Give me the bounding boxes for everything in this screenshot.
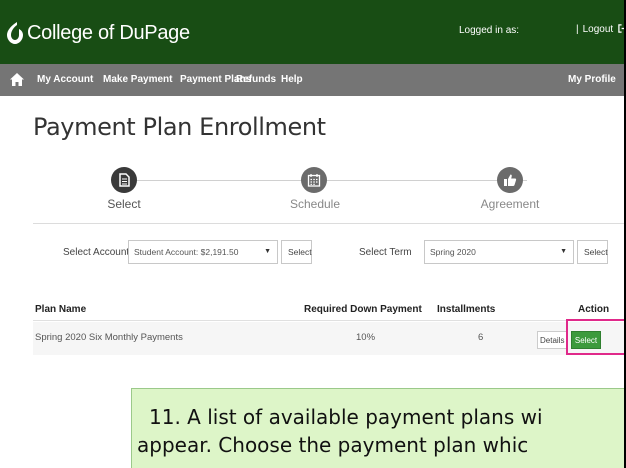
details-button[interactable]: Details — [537, 331, 567, 349]
thumbs-up-icon — [504, 174, 517, 186]
home-icon[interactable] — [10, 73, 24, 86]
step-schedule — [301, 167, 327, 193]
page-title: Payment Plan Enrollment — [33, 113, 326, 141]
highlight-box — [566, 319, 626, 355]
select-term-label: Select Term — [359, 247, 412, 258]
select-account-label: Select Account — [63, 247, 130, 258]
logout-label[interactable]: Logout — [583, 24, 614, 35]
plan-name-cell: Spring 2020 Six Monthly Payments — [35, 332, 183, 343]
logout-link[interactable]: | Logout — [576, 24, 626, 35]
callout-line-2: appear. Choose the payment plan whic — [137, 433, 529, 457]
chevron-down-icon: ▼ — [264, 248, 271, 255]
column-header-action: Action — [578, 304, 610, 315]
separator: | — [576, 24, 579, 35]
column-header-plan-name: Plan Name — [35, 304, 87, 315]
nav-my-profile[interactable]: My Profile — [568, 74, 616, 85]
step-agreement-label: Agreement — [480, 197, 540, 211]
top-header: College of DuPage Logged in as: | Logout — [0, 0, 626, 64]
column-header-installments: Installments — [437, 304, 496, 315]
calendar-icon — [307, 174, 321, 187]
nav-refunds[interactable]: Refunds — [236, 74, 276, 85]
down-payment-cell: 10% — [356, 332, 376, 343]
callout-line-1: 11. A list of available payment plans wi — [149, 405, 543, 429]
table-header-divider — [33, 320, 626, 321]
dupage-logo-icon — [6, 21, 24, 45]
step-select — [111, 167, 137, 193]
step-agreement — [497, 167, 523, 193]
account-select-value: Student Account: $2,191.50 — [134, 247, 239, 257]
term-select-value: Spring 2020 — [430, 247, 476, 257]
main-nav: My Account Make Payment Payment Plans Re… — [0, 64, 626, 96]
nav-help[interactable]: Help — [281, 74, 303, 85]
nav-make-payment[interactable]: Make Payment — [103, 74, 172, 85]
account-select[interactable]: Student Account: $2,191.50 ▼ — [128, 240, 278, 264]
installments-cell: 6 — [478, 332, 484, 343]
step-select-label: Select — [107, 197, 141, 211]
section-divider — [33, 223, 626, 224]
brand-name[interactable]: College of DuPage — [27, 22, 190, 45]
document-icon — [119, 173, 130, 187]
step-schedule-label: Schedule — [289, 197, 341, 211]
account-select-button[interactable]: Select — [281, 240, 312, 264]
column-header-down-payment: Required Down Payment — [304, 304, 422, 315]
term-select[interactable]: Spring 2020 ▼ — [424, 240, 574, 264]
term-select-button[interactable]: Select — [577, 240, 608, 264]
chevron-down-icon: ▼ — [560, 248, 567, 255]
logged-in-label: Logged in as: — [459, 25, 520, 36]
nav-my-account[interactable]: My Account — [37, 74, 93, 85]
